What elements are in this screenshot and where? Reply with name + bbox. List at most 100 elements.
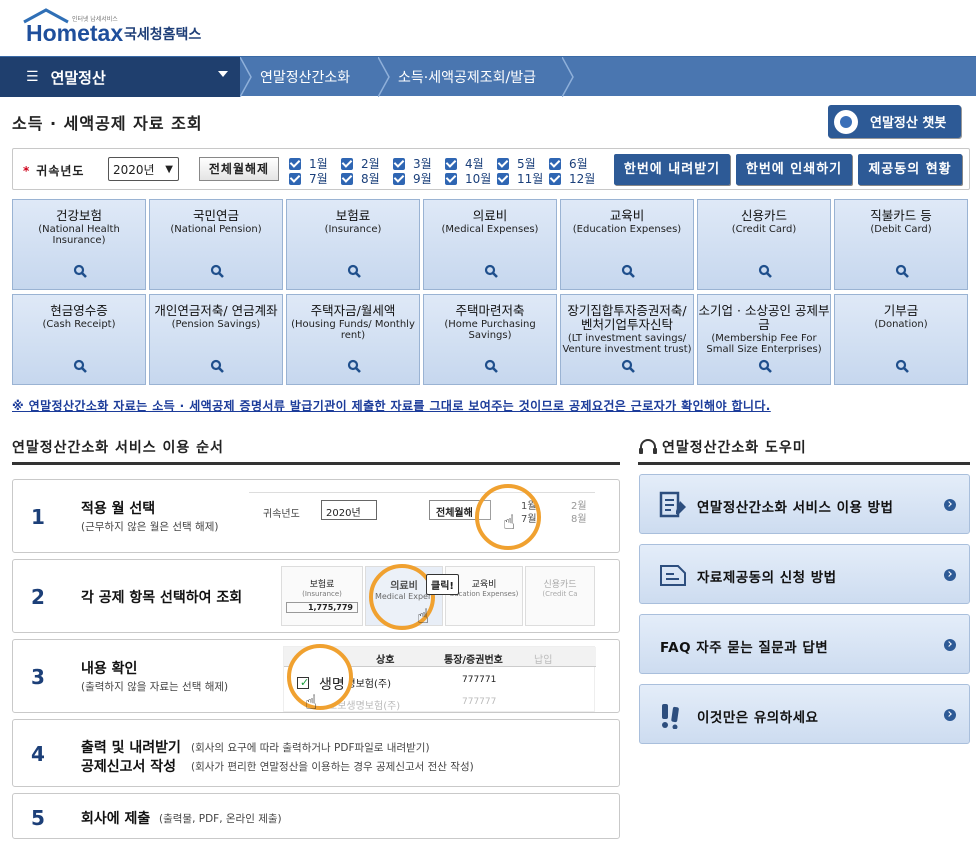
notice-text[interactable]: ※ 연말정산간소화 자료는 소득 · 세액공제 증명서류 발급기관이 제출한 자…: [12, 397, 771, 414]
search-icon: [73, 359, 87, 373]
document-icon: [660, 565, 686, 586]
search-icon: [895, 264, 909, 278]
month-checkbox-12[interactable]: 12월: [549, 170, 595, 187]
category-title: 장기집합투자증권저축/ 벤처기업투자신탁: [567, 303, 687, 332]
category-subtitle: (National Health Insurance): [38, 224, 120, 246]
top-navigation: ☰ 연말정산 연말정산간소화 소득·세액공제조회/발급: [0, 56, 976, 97]
clear-all-months-button[interactable]: 전체월해제: [199, 157, 279, 181]
print-all-button[interactable]: 한번에 인쇄하기: [736, 154, 852, 185]
chatbot-button[interactable]: 연말정산 챗봇: [828, 105, 961, 138]
document-pen-icon: [659, 491, 686, 518]
breadcrumb-separator-icon: [378, 57, 390, 97]
category-subtitle: (Education Expenses): [572, 224, 682, 235]
ill-card-title: 신용카드: [543, 580, 577, 590]
step-1-illustration: 귀속년도 2020년 전체월해 1월 7월 2월 8월: [249, 492, 595, 528]
hometax-logo[interactable]: Hometax 인터넷 납세서비스 국세청홈택스: [22, 8, 222, 48]
month-checkbox-7[interactable]: 7월: [289, 170, 328, 187]
month-checkbox-9[interactable]: 9월: [393, 170, 432, 187]
category-card[interactable]: 직불카드 등 (Debit Card): [834, 199, 968, 290]
breadcrumb-annual-settlement[interactable]: 연말정산간소화: [260, 57, 350, 97]
consent-status-button[interactable]: 제공동의 현황: [858, 154, 962, 185]
category-title: 건강보험: [55, 208, 102, 223]
ill-highlight-text: 생명: [319, 677, 345, 693]
month-label: 9월: [413, 172, 432, 186]
category-card[interactable]: 신용카드 (Credit Card): [697, 199, 831, 290]
ill-month-8: 8월: [571, 514, 587, 525]
step-title: 적용 월 선택: [81, 501, 156, 517]
main-menu-dropdown[interactable]: ☰ 연말정산: [0, 57, 240, 97]
logo-korean: 국세청홈택스: [124, 26, 201, 43]
arrow-circle-icon: [944, 569, 956, 581]
checkbox-checked-icon: [341, 172, 353, 185]
category-card[interactable]: 소기업 · 소상공인 공제부금 (Membership Fee For Small…: [697, 294, 831, 385]
month-checkbox-11[interactable]: 11월: [497, 170, 543, 187]
logo-text: Hometax: [26, 20, 123, 46]
step-description-2: (회사가 편리한 연말정산을 이용하는 경우 공제신고서 전산 작성): [191, 761, 474, 773]
download-all-button[interactable]: 한번에 내려받기: [614, 154, 730, 185]
checkbox-checked-icon: ✓: [297, 676, 309, 689]
help-item-label: 연말정산간소화 서비스 이용 방법: [697, 500, 894, 516]
step-number: 2: [31, 585, 45, 609]
ill-card-title: 보험료: [309, 580, 335, 590]
category-card[interactable]: 현금영수증 (Cash Receipt): [12, 294, 146, 385]
category-card[interactable]: 보험료 (Insurance): [286, 199, 420, 290]
help-item-label: FAQ 자주 묻는 질문과 답변: [660, 640, 829, 656]
category-card[interactable]: 주택마련저축 (Home Purchasing Savings): [423, 294, 557, 385]
category-subtitle: (Insurance): [324, 224, 382, 235]
help-item-label: 자료제공동의 신청 방법: [697, 570, 837, 586]
category-card[interactable]: 교육비 (Education Expenses): [560, 199, 694, 290]
checkbox-checked-icon: [445, 172, 457, 185]
chatbot-icon: [834, 109, 858, 134]
category-card[interactable]: 건강보험 (National Health Insurance): [12, 199, 146, 290]
checkbox-checked-icon: [393, 157, 405, 170]
arrow-circle-icon: [944, 639, 956, 651]
checkbox-checked-icon: [341, 157, 353, 170]
breadcrumb-deduction-lookup[interactable]: 소득·세액공제조회/발급: [398, 57, 536, 97]
ill-amount: 1,775,779: [286, 602, 358, 613]
category-title: 국민연금: [192, 208, 239, 223]
step-title: 회사에 제출: [81, 811, 151, 827]
filter-bar: * 귀속년도 2020년 ▼ 전체월해제 1월 7월 2월 8월 3월 9월 4월…: [12, 148, 970, 190]
checkbox-checked-icon: [497, 157, 509, 170]
step-description: (출력하지 않을 자료는 선택 해제): [81, 681, 229, 693]
month-checkbox-10[interactable]: 10월: [445, 170, 491, 187]
ill-card-subtitle: (Credit Ca: [542, 590, 578, 598]
pointer-hand-icon: ☝: [503, 510, 516, 534]
checkbox-checked-icon: [393, 172, 405, 185]
checkbox-checked-icon: [549, 157, 561, 170]
category-title: 현금영수증: [50, 303, 108, 318]
search-icon: [621, 264, 635, 278]
pointer-hand-icon: ☝: [417, 604, 430, 628]
search-icon: [758, 359, 772, 373]
checkbox-checked-icon: [289, 172, 301, 185]
help-faq-button[interactable]: FAQ FAQ 자주 묻는 질문과 답변: [639, 614, 970, 674]
arrow-circle-icon: [944, 499, 956, 511]
search-icon: [347, 264, 361, 278]
category-card[interactable]: 기부금 (Donation): [834, 294, 968, 385]
category-card[interactable]: 장기집합투자증권저축/ 벤처기업투자신탁 (LT investment savin…: [560, 294, 694, 385]
year-value: 2020년: [113, 162, 155, 177]
category-title: 직불카드 등: [870, 208, 932, 223]
step-number: 3: [31, 665, 45, 689]
category-title: 교육비: [609, 208, 645, 223]
month-checkbox-8[interactable]: 8월: [341, 170, 380, 187]
help-item-label: 이것만은 유의하세요: [697, 710, 819, 726]
year-select[interactable]: 2020년 ▼: [108, 157, 179, 181]
ill-insurance-card: 보험료 (Insurance) 1,775,779: [281, 566, 363, 626]
category-title: 개인연금저축/ 연금계좌: [154, 303, 278, 318]
step-3: 3 내용 확인 (출력하지 않을 자료는 선택 해제) 상호 통장/증권번호 납…: [12, 639, 620, 713]
chevron-down-icon: ▼: [165, 164, 173, 175]
help-consent-guide-button[interactable]: 자료제공동의 신청 방법: [639, 544, 970, 604]
category-card[interactable]: 의료비 (Medical Expenses): [423, 199, 557, 290]
help-usage-guide-button[interactable]: 연말정산간소화 서비스 이용 방법: [639, 474, 970, 534]
month-label: 10월: [465, 172, 492, 186]
help-caution-button[interactable]: 이것만은 유의하세요: [639, 684, 970, 744]
divider: [638, 462, 970, 465]
step-title: 각 공제 항목 선택하여 조회: [81, 590, 243, 606]
category-card[interactable]: 개인연금저축/ 연금계좌 (Pension Savings): [149, 294, 283, 385]
category-title: 기부금: [883, 303, 919, 318]
category-title: 주택마련저축: [455, 303, 525, 318]
category-card[interactable]: 주택자금/월세액 (Housing Funds/ Monthly rent): [286, 294, 420, 385]
category-card[interactable]: 국민연금 (National Pension): [149, 199, 283, 290]
headset-icon: [639, 439, 657, 454]
